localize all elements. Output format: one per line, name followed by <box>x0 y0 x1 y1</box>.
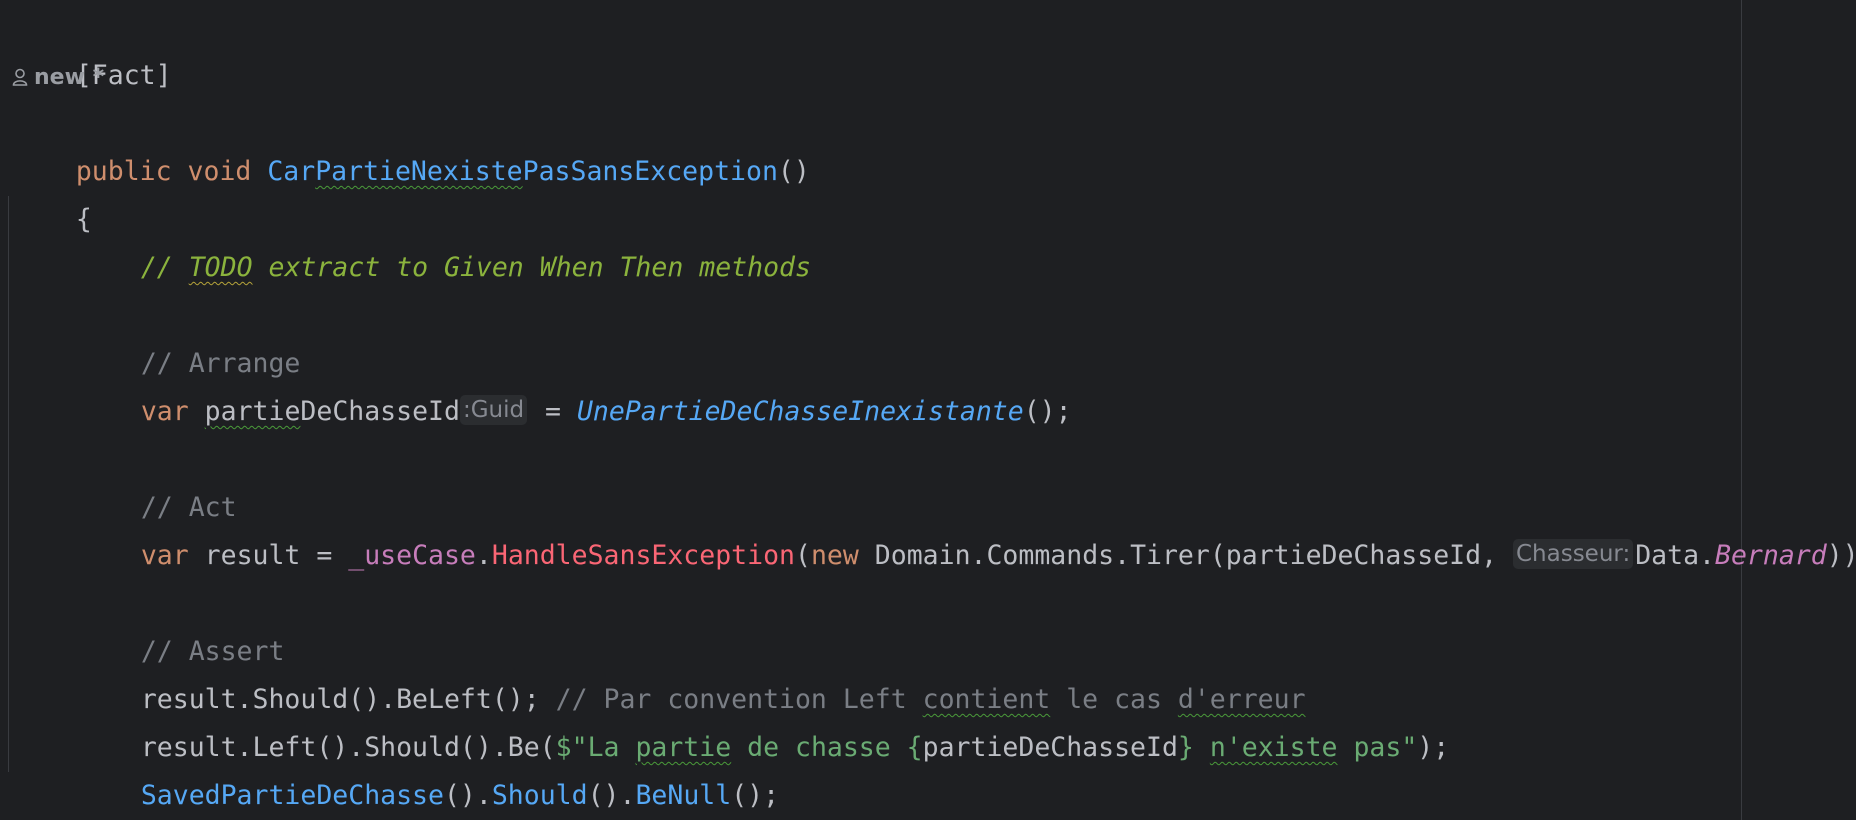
todo-keyword: TODO <box>188 252 253 283</box>
act-line-end: )); <box>1826 540 1856 571</box>
usage-inlay[interactable]: new * <box>12 60 104 96</box>
usecase-field: _useCase <box>348 540 476 571</box>
variable-name-rest: DeChasseId <box>300 396 460 427</box>
keyword-new: new <box>810 540 859 571</box>
should-call: Should <box>491 780 588 811</box>
interp-brace-close: } <box>1177 732 1194 763</box>
code-line-todo[interactable]: // TODO extract to Given When Then metho… <box>0 196 811 283</box>
code-line-open-brace[interactable]: { <box>0 148 92 235</box>
code-line-arrange-comment[interactable]: // Arrange <box>0 292 301 379</box>
signature-parens: () <box>777 156 810 187</box>
ctor-call: Domain.Commands.Tirer(partieDeChasseId, <box>858 540 1513 571</box>
bernard-property: Bernard <box>1715 540 1827 571</box>
result-assign: result = <box>188 540 349 571</box>
interp-brace-open: { <box>906 732 923 763</box>
string-part-c <box>1194 732 1210 763</box>
member-dot: . <box>475 540 492 571</box>
code-line-attribute[interactable]: [Fact] <box>0 4 172 91</box>
paren-dot-2: (). <box>587 780 636 811</box>
data-prefix: Data. <box>1635 540 1715 571</box>
variable-name-squiggled: partie <box>204 396 301 427</box>
saved-call: SavedPartieDeChasse <box>140 780 444 811</box>
arrange-call-end: (); <box>1023 396 1072 427</box>
interp-variable: partieDeChasseId <box>922 732 1178 763</box>
assign-operator: = <box>529 396 577 427</box>
method-name-prefix: Car <box>267 156 316 187</box>
usage-label: new * <box>34 65 105 90</box>
code-line-assert-2[interactable]: result.Left().Should().Be($"La partie de… <box>0 676 1449 763</box>
type-hint: :Guid <box>459 395 528 425</box>
parameter-hint: Chasseur: <box>1512 539 1634 569</box>
paren-dot-1: (). <box>443 780 492 811</box>
benull-call: BeNull <box>635 780 732 811</box>
open-paren: ( <box>795 540 811 571</box>
todo-slashes: // <box>140 252 189 283</box>
method-name-squiggled: PartieNexiste <box>315 156 523 187</box>
keyword-var: var <box>140 540 189 571</box>
handle-method: HandleSansException <box>491 540 795 571</box>
keyword-void: void <box>187 156 252 187</box>
code-line-assert-1[interactable]: result.Should().BeLeft(); // Par convent… <box>0 628 1306 715</box>
code-line-arrange[interactable]: var partieDeChasseId:Guid = UnePartieDeC… <box>0 340 1072 427</box>
code-line-signature[interactable]: public void CarPartieNexistePasSansExcep… <box>0 100 810 187</box>
string-part-d: pas" <box>1337 732 1418 763</box>
arrange-call: UnePartieDeChasseInexistante <box>576 396 1024 427</box>
code-line-act[interactable]: var result = _useCase.HandleSansExceptio… <box>0 484 1856 571</box>
string-word-nexiste: n'existe <box>1209 732 1338 763</box>
code-editor[interactable]: [Fact] new * public void CarPartieNexist… <box>0 0 1856 820</box>
code-line-assert-comment[interactable]: // Assert <box>0 580 285 667</box>
code-line-close-brace[interactable]: } <box>0 772 92 820</box>
user-icon <box>12 68 28 86</box>
todo-text: extract to Given When Then methods <box>252 252 811 283</box>
keyword-var: var <box>140 396 189 427</box>
code-line-act-comment[interactable]: // Act <box>0 436 237 523</box>
right-margin-guide <box>1741 0 1742 820</box>
method-name-suffix: PasSansException <box>522 156 778 187</box>
assert-code-2-end: ); <box>1417 732 1450 763</box>
assert-3-end: (); <box>731 780 780 811</box>
code-line-assert-3[interactable]: SavedPartieDeChasse().Should().BeNull(); <box>0 724 779 811</box>
